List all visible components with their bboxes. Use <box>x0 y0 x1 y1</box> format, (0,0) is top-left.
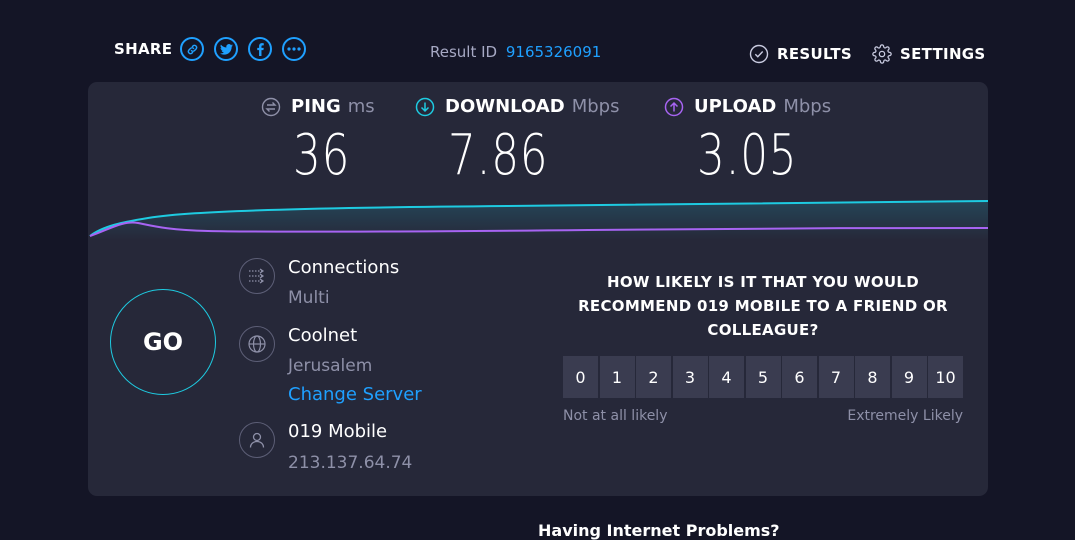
top-bar: SHARE Result ID 9165326091 RESULTS SETTI… <box>0 0 1075 82</box>
connections-value: Multi <box>288 288 330 308</box>
rating-option[interactable]: 4 <box>709 356 744 398</box>
download-icon <box>415 97 435 116</box>
upload-value: 3.05 <box>697 123 798 188</box>
more-icon[interactable] <box>282 37 307 61</box>
share-label: SHARE <box>114 40 173 58</box>
user-icon <box>239 422 275 458</box>
result-id-value[interactable]: 9165326091 <box>506 43 601 61</box>
rating-option[interactable]: 0 <box>563 356 598 398</box>
rating-option[interactable]: 1 <box>599 356 635 398</box>
rating-option[interactable]: 3 <box>672 356 708 398</box>
share-group: SHARE <box>114 37 316 61</box>
rating-option[interactable]: 5 <box>745 356 781 398</box>
ping-icon <box>261 97 281 116</box>
provider-ip: 213.137.64.74 <box>288 453 413 473</box>
help-heading: Having Internet Problems? <box>538 521 780 540</box>
rating-option[interactable]: 6 <box>782 356 817 398</box>
globe-icon <box>239 326 275 362</box>
link-icon[interactable] <box>180 37 205 61</box>
result-id: Result ID 9165326091 <box>430 43 601 61</box>
scale-high-label: Extremely Likely <box>847 408 963 424</box>
ping-value: 36 <box>293 123 351 188</box>
gear-icon <box>872 44 892 64</box>
upload-label: UPLOAD <box>694 96 777 117</box>
ping-unit: ms <box>347 96 375 117</box>
upload-metric: UPLOAD Mbps 3.05 <box>664 96 831 188</box>
upload-icon <box>664 97 684 116</box>
results-panel: PING ms 36 DOWNLOAD Mbps 7.86 UPLOAD Mbp… <box>88 82 988 496</box>
settings-link[interactable]: SETTINGS <box>872 44 986 64</box>
results-label: RESULTS <box>777 45 852 63</box>
result-id-label: Result ID <box>430 43 498 61</box>
download-metric: DOWNLOAD Mbps 7.86 <box>415 96 619 188</box>
twitter-icon[interactable] <box>214 37 239 61</box>
provider-name: 019 Mobile <box>288 421 388 442</box>
survey-question: HOW LIKELY IS IT THAT YOU WOULD RECOMMEN… <box>578 273 948 339</box>
facebook-icon[interactable] <box>248 37 273 61</box>
rating-option[interactable]: 2 <box>636 356 671 398</box>
ping-label: PING <box>291 96 341 117</box>
survey-scale: 0 1 2 3 4 5 6 7 8 9 10 <box>563 356 965 398</box>
change-server-link[interactable]: Change Server <box>288 384 422 405</box>
download-unit: Mbps <box>571 96 620 117</box>
speed-graph <box>89 200 988 240</box>
ping-metric: PING ms 36 <box>261 96 375 188</box>
connections-icon <box>239 258 275 294</box>
download-value: 7.86 <box>448 123 549 188</box>
download-label: DOWNLOAD <box>445 96 565 117</box>
go-button[interactable]: GO <box>110 289 216 395</box>
server-location: Jerusalem <box>288 356 373 376</box>
rating-option[interactable]: 10 <box>928 356 963 398</box>
rating-option[interactable]: 9 <box>891 356 927 398</box>
rating-option[interactable]: 8 <box>855 356 890 398</box>
upload-unit: Mbps <box>783 96 832 117</box>
settings-label: SETTINGS <box>900 45 986 63</box>
connections-title: Connections <box>288 257 400 278</box>
server-name: Coolnet <box>288 325 358 346</box>
check-circle-icon <box>749 44 769 64</box>
rating-option[interactable]: 7 <box>818 356 854 398</box>
scale-low-label: Not at all likely <box>563 408 668 424</box>
results-link[interactable]: RESULTS <box>749 44 852 64</box>
